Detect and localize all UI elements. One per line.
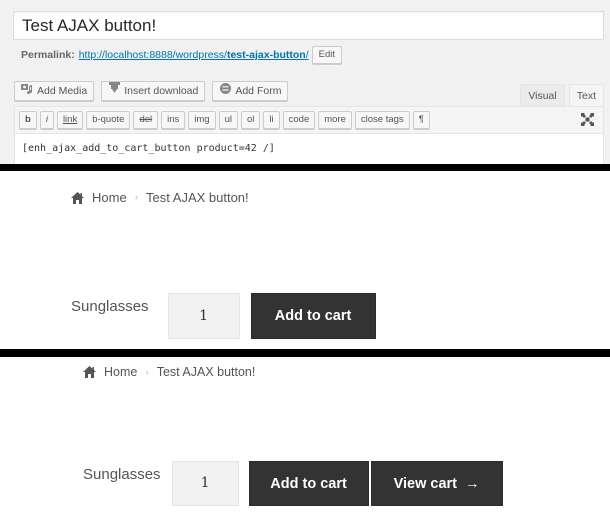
view-cart-button[interactable]: View cart →	[370, 461, 503, 506]
quantity-input[interactable]: 1	[167, 293, 240, 339]
breadcrumb-current: Test AJAX button!	[156, 365, 256, 379]
product-row: Sunglasses 1 Add to cart View cart →	[83, 461, 503, 506]
qt-ol-button[interactable]: ol	[241, 111, 261, 129]
tab-visual[interactable]: Visual	[520, 84, 565, 106]
product-name: Sunglasses	[83, 466, 161, 483]
media-icon	[21, 82, 33, 100]
product-name: Sunglasses	[71, 298, 149, 315]
chevron-right-icon: ›	[145, 366, 149, 378]
quantity-input[interactable]: 1	[171, 461, 239, 506]
add-to-cart-button[interactable]: Add to cart	[250, 293, 376, 339]
post-title-input[interactable]: Test AJAX button!	[13, 11, 604, 40]
arrow-right-icon: →	[465, 475, 480, 492]
qt-ul-button[interactable]: ul	[218, 111, 238, 129]
add-media-button[interactable]: Add Media	[14, 81, 95, 101]
breadcrumb-home-link[interactable]: Home	[92, 190, 127, 205]
wp-editor-panel: Test AJAX button! Permalink: http://loca…	[0, 0, 610, 164]
editor-tabs: Visual Text	[520, 84, 604, 106]
permalink-edit-button[interactable]: Edit	[311, 46, 343, 64]
panel-divider	[0, 349, 610, 357]
home-icon	[71, 191, 84, 204]
qt-blockquote-button[interactable]: b-quote	[86, 111, 131, 129]
permalink-label: Permalink:	[21, 49, 75, 61]
chevron-right-icon: ›	[134, 192, 139, 203]
qt-ins-button[interactable]: ins	[161, 111, 186, 129]
editor-content-textarea[interactable]: [enh_ajax_add_to_cart_button product=42 …	[15, 134, 603, 163]
text-editor: b i link b-quote del ins img ul ol li co…	[14, 106, 604, 164]
tab-text[interactable]: Text	[568, 84, 604, 106]
permalink-row: Permalink: http://localhost:8888/wordpre…	[21, 46, 343, 64]
breadcrumb: Home › Test AJAX button!	[71, 190, 249, 205]
fullscreen-icon[interactable]	[581, 113, 594, 126]
permalink-link[interactable]: http://localhost:8888/wordpress/test-aja…	[79, 46, 309, 64]
quicktags-toolbar: b i link b-quote del ins img ul ol li co…	[15, 107, 603, 134]
breadcrumb: Home › Test AJAX button!	[83, 365, 255, 379]
add-form-button[interactable]: Add Form	[212, 81, 289, 101]
qt-italic-button[interactable]: i	[39, 111, 54, 129]
home-icon	[83, 366, 96, 378]
add-to-cart-button[interactable]: Add to cart	[248, 461, 369, 506]
download-icon	[108, 82, 120, 100]
qt-link-button[interactable]: link	[56, 111, 84, 129]
qt-paragraph-button[interactable]: ¶	[412, 111, 430, 129]
qt-more-button[interactable]: more	[318, 111, 352, 129]
insert-download-button[interactable]: Insert download	[101, 81, 206, 101]
qt-del-button[interactable]: del	[133, 111, 159, 129]
form-icon	[219, 82, 231, 100]
breadcrumb-current: Test AJAX button!	[146, 190, 249, 205]
product-row: Sunglasses 1 Add to cart	[71, 293, 376, 339]
qt-img-button[interactable]: img	[188, 111, 216, 129]
qt-li-button[interactable]: li	[263, 111, 280, 129]
qt-close-tags-button[interactable]: close tags	[354, 111, 410, 129]
qt-code-button[interactable]: code	[282, 111, 316, 129]
qt-bold-button[interactable]: b	[19, 111, 37, 129]
panel-divider	[0, 164, 610, 171]
media-buttons: Add Media Insert download Add Form	[14, 81, 289, 101]
breadcrumb-home-link[interactable]: Home	[104, 365, 137, 379]
